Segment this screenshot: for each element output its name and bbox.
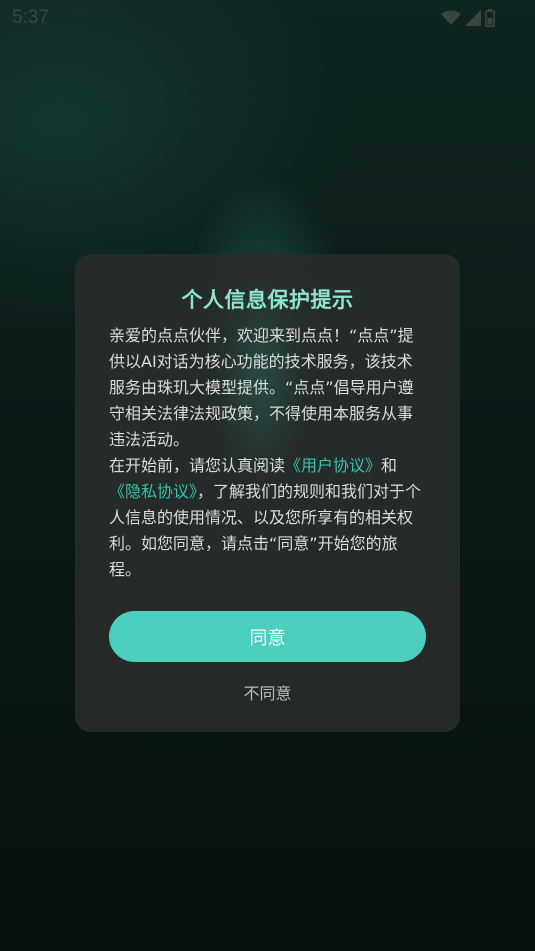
status-time: 5:37 [12,7,49,28]
agreement-prefix: 在开始前，请您认真阅读 [109,456,286,475]
wifi-icon [441,10,461,25]
privacy-agreement-link[interactable]: 《隐私协议》 [109,482,197,501]
agree-button[interactable]: 同意 [109,611,426,662]
signal-icon [465,10,481,26]
agreement-and: 和 [381,456,398,475]
dialog-body: 亲爱的点点伙伴，欢迎来到点点！“点点”提供以AI对话为核心功能的技术服务，该技术… [109,323,427,583]
intro-paragraph: 亲爱的点点伙伴，欢迎来到点点！“点点”提供以AI对话为核心功能的技术服务，该技术… [109,326,414,449]
user-agreement-link[interactable]: 《用户协议》 [285,456,381,475]
status-icons [441,9,495,27]
battery-icon [485,9,495,27]
disagree-button[interactable]: 不同意 [75,680,460,704]
status-bar: 5:37 [0,0,535,36]
agreement-paragraph: 在开始前，请您认真阅读《用户协议》和《隐私协议》，了解我们的规则和我们对于个人信… [109,453,427,583]
dialog-title: 个人信息保护提示 [181,288,354,312]
privacy-dialog: 个人信息保护提示 亲爱的点点伙伴，欢迎来到点点！“点点”提供以AI对话为核心功能… [75,254,460,732]
